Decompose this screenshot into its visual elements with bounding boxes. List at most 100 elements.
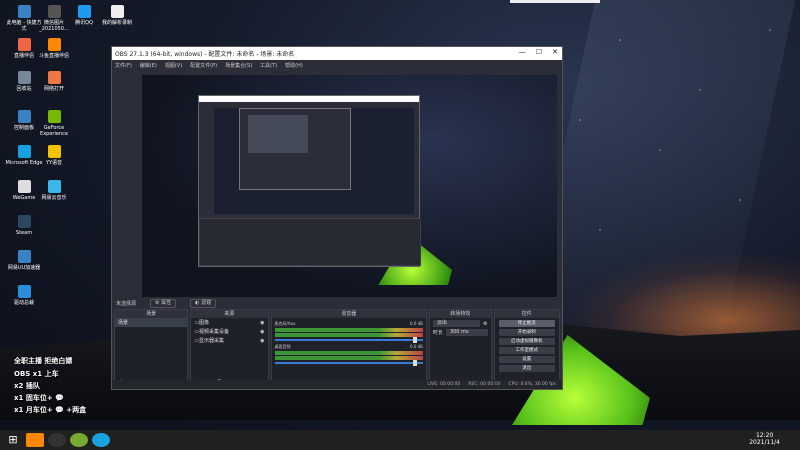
- control-button[interactable]: 启动虚拟摄像机: [498, 338, 555, 345]
- menu-item[interactable]: 场景集合(S): [225, 62, 252, 69]
- desktop-icon[interactable]: 我的解析录制: [98, 5, 136, 26]
- visibility-icon[interactable]: ◉: [260, 338, 264, 344]
- transitions-dock: 转场特效 淡出 ⚙ 时长 300 ms: [428, 309, 492, 389]
- windows-start-icon[interactable]: ⊞: [4, 433, 22, 447]
- clock-time: 12:20: [755, 432, 774, 439]
- app-icon: [47, 5, 61, 18]
- control-button[interactable]: 设置: [498, 356, 555, 363]
- source-toolbar: 未选择源 ⚙ 属性 ◐ 滤镜: [112, 298, 562, 308]
- menu-item[interactable]: 工具(T): [260, 62, 277, 69]
- control-button[interactable]: 停止推流: [498, 320, 555, 327]
- scene-item[interactable]: 场景: [115, 318, 188, 327]
- desktop-icon-label: 我的解析录制: [101, 20, 132, 26]
- sources-header: 来源: [191, 310, 268, 318]
- desktop-icon[interactable]: 网络打开: [35, 71, 73, 92]
- obs-window[interactable]: OBS 27.1.3 (64-bit, windows) - 配置文件: 未命名…: [111, 46, 563, 390]
- nested-view-2: [239, 108, 351, 190]
- app-icon: [47, 71, 61, 84]
- maximize-icon[interactable]: ☐: [536, 48, 542, 56]
- taskbar-app-icon[interactable]: [26, 433, 44, 447]
- app-icon: [47, 180, 61, 193]
- menu-item[interactable]: 编辑(E): [140, 62, 157, 69]
- menu-item[interactable]: 帮助(H): [285, 62, 303, 69]
- desktop-icon[interactable]: 网易UU加速器: [5, 250, 43, 271]
- nested-obs-preview: [198, 95, 421, 267]
- control-button[interactable]: 工作室模式: [498, 347, 555, 354]
- menu-item[interactable]: 配置文件(P): [190, 62, 217, 69]
- controls-dock: 控件 停止推流 开始录制 启动虚拟摄像机 工作室模式 设置 退出: [493, 309, 560, 389]
- mixer-dock: 混音器 麦克风/Aux 0.0 dB 桌面音频 0.0 dB: [270, 309, 427, 389]
- app-icon: [17, 180, 31, 193]
- menu-item[interactable]: 视图(V): [165, 62, 182, 69]
- desktop-icon[interactable]: Steam: [5, 215, 43, 236]
- mixer-channel-name: 桌面音频: [274, 344, 291, 349]
- desktop-icon[interactable]: GeForce Experience: [35, 110, 73, 137]
- control-button[interactable]: 开始录制: [498, 329, 555, 336]
- mixer-channel-name: 麦克风/Aux: [274, 321, 296, 326]
- visibility-icon[interactable]: ◉: [260, 320, 264, 326]
- scenes-header: 场景: [115, 310, 188, 318]
- desktop-icon[interactable]: 网易云音乐: [35, 180, 73, 201]
- desktop-icon-label: 驱动总裁: [13, 300, 34, 306]
- live-time: LIVE: 00:00:00: [427, 382, 461, 387]
- transition-type-row: 淡出 ⚙: [432, 320, 488, 327]
- control-button[interactable]: 退出: [498, 365, 555, 372]
- mixer-channel-db: 0.0 dB: [410, 321, 423, 326]
- scenes-dock: 场景 场景 +−∧∨: [114, 309, 189, 389]
- gear-icon[interactable]: ⚙: [483, 321, 487, 327]
- source-item-label: 视频采集设备: [199, 329, 230, 335]
- duration-input[interactable]: 300 ms: [445, 329, 488, 336]
- transition-type-select[interactable]: 淡出: [432, 320, 481, 327]
- obs-title-bar[interactable]: OBS 27.1.3 (64-bit, windows) - 配置文件: 未命名…: [112, 47, 562, 60]
- desktop-icon-label: Steam: [15, 230, 33, 236]
- visibility-icon[interactable]: ◉: [260, 329, 264, 335]
- desktop-icon-label: 斗鱼直播伴侣: [38, 53, 69, 59]
- nested-view-3: [248, 115, 308, 153]
- volume-slider[interactable]: [274, 337, 423, 343]
- desktop-icon-label: 网易UU加速器: [7, 265, 41, 271]
- desktop-icon[interactable]: 驱动总裁: [5, 285, 43, 306]
- volume-slider[interactable]: [274, 360, 423, 366]
- mixer-channel-db: 0.0 dB: [410, 344, 423, 349]
- minimize-icon[interactable]: —: [519, 48, 526, 56]
- obs-taskbar-icon[interactable]: [48, 433, 66, 447]
- nested-docks: [199, 218, 421, 266]
- close-icon[interactable]: ✕: [552, 48, 558, 56]
- properties-button[interactable]: ⚙ 属性: [150, 298, 177, 308]
- edge-taskbar-icon[interactable]: [92, 433, 110, 447]
- desktop-icon[interactable]: 斗鱼直播伴侣: [35, 38, 73, 59]
- volume-meter: [274, 351, 423, 355]
- source-item-label: 图像: [199, 320, 210, 326]
- obs-status-bar: LIVE: 00:00:00 REC: 00:00:00 CPU: 0.6%, …: [112, 380, 562, 389]
- source-item-label: 显示器采集: [199, 338, 225, 344]
- app-icon: [17, 71, 31, 84]
- app-icon: [17, 38, 31, 51]
- taskbar-clock[interactable]: 12:20 2021/11/4: [749, 432, 780, 446]
- cpu-fps: CPU: 0.6%, 30.00 fps: [508, 382, 557, 387]
- app-icon: [17, 285, 31, 298]
- source-item[interactable]: ▭ 图像 ◉: [191, 318, 267, 327]
- overlay-line: x1 月车位+ 💬 +两盒: [14, 406, 87, 414]
- app-icon: [47, 38, 61, 51]
- obs-preview[interactable]: [142, 75, 557, 297]
- desktop-icon-label: 网易云音乐: [41, 195, 67, 201]
- filters-button[interactable]: ◐ 滤镜: [190, 298, 217, 308]
- rec-time: REC: 00:00:00: [468, 382, 501, 387]
- chrome-taskbar-icon[interactable]: [70, 433, 88, 447]
- properties-label: 属性: [161, 299, 172, 306]
- no-source-label: 未选择源: [116, 300, 137, 307]
- source-item[interactable]: ▭ 显示器采集 ◉: [191, 336, 267, 345]
- sources-dock: 来源 ▭ 图像◉▭ 视频采集设备◉▭ 显示器采集◉ +−⚙∧∨: [190, 309, 269, 389]
- desktop-icon[interactable]: YY语音: [35, 145, 73, 166]
- source-item[interactable]: ▭ 视频采集设备 ◉: [191, 327, 267, 336]
- menu-item[interactable]: 文件(F): [115, 62, 132, 69]
- taskbar: ⊞ 12:20 2021/11/4: [0, 430, 800, 450]
- mixer-channel-header: 桌面音频 0.0 dB: [275, 344, 423, 350]
- overlay-line: x1 固车位+ 💬: [14, 394, 64, 402]
- obs-window-title: OBS 27.1.3 (64-bit, windows) - 配置文件: 未命名…: [115, 51, 295, 58]
- mixer-header: 混音器: [271, 310, 426, 318]
- app-icon: [17, 250, 31, 263]
- obs-menu-bar: 文件(F) 编辑(E) 视图(V) 配置文件(P) 场景集合(S) 工具(T) 帮助(H): [112, 60, 562, 70]
- duration-label: 时长: [432, 330, 443, 336]
- transition-duration-row: 时长 300 ms: [433, 329, 488, 336]
